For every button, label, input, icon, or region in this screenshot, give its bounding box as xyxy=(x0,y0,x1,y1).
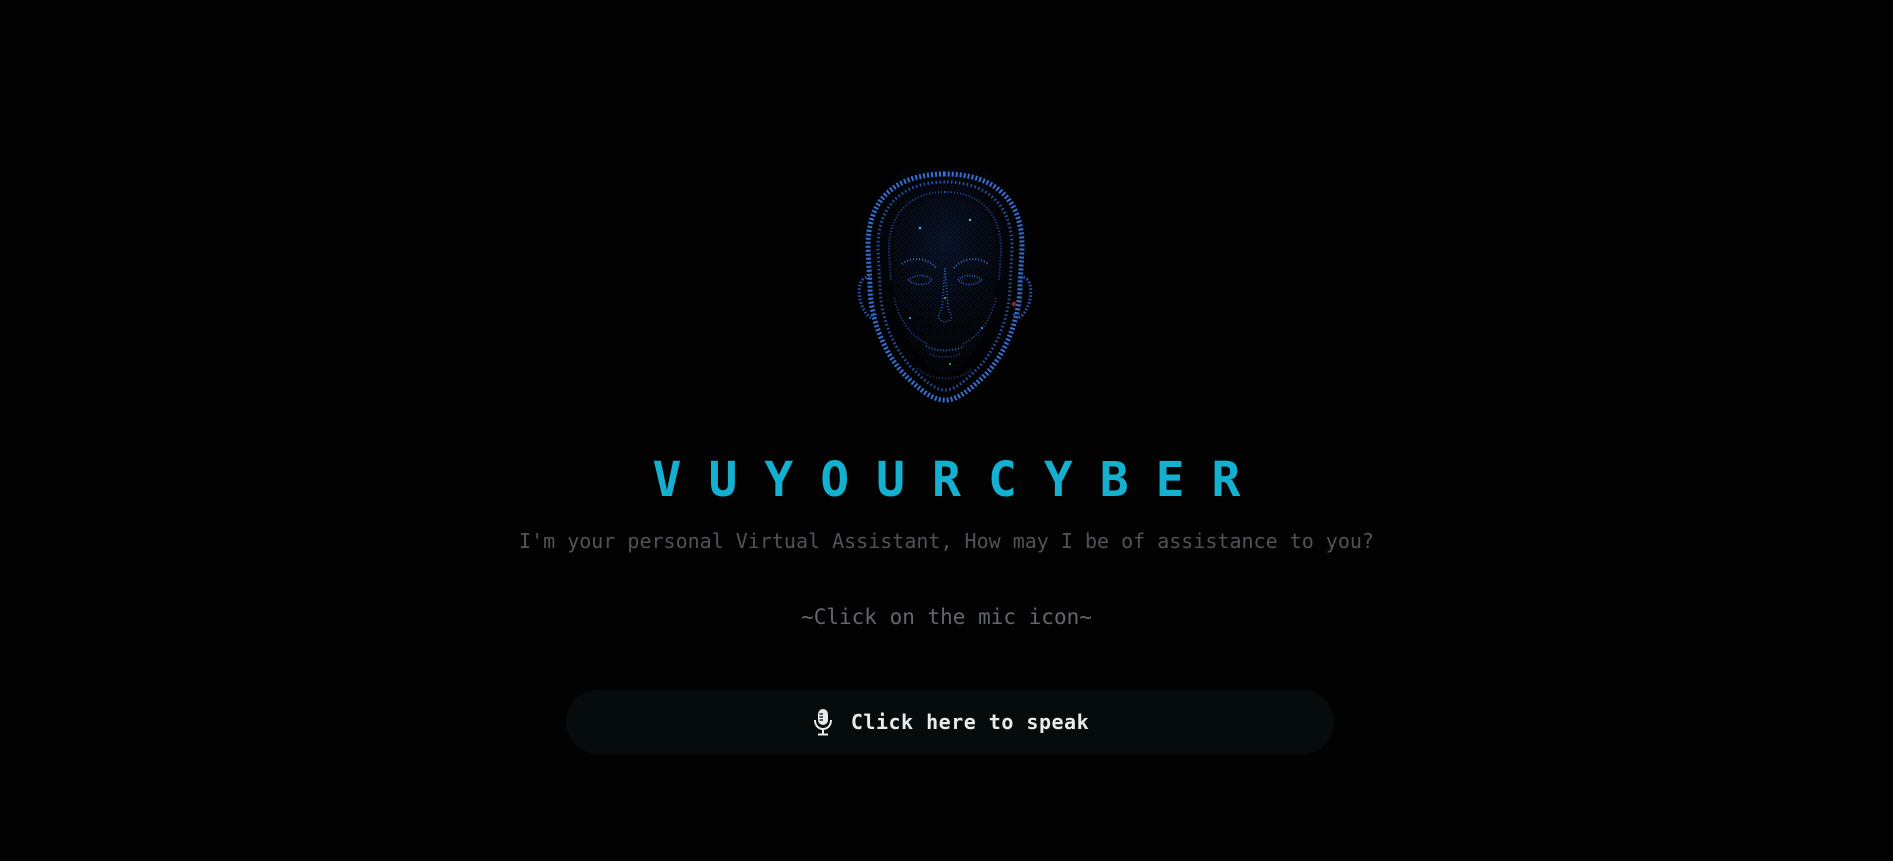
mic-hint: ~Click on the mic icon~ xyxy=(801,605,1092,629)
speak-button[interactable]: Click here to speak xyxy=(566,690,1334,754)
microphone-icon xyxy=(811,707,835,737)
brand-title: VUYOURCYBER xyxy=(652,452,1268,508)
assistant-head-avatar xyxy=(850,158,1040,413)
page: VUYOURCYBER I'm your personal Virtual As… xyxy=(0,0,1893,861)
speak-button-label: Click here to speak xyxy=(850,710,1090,734)
assistant-tagline: I'm your personal Virtual Assistant, How… xyxy=(519,529,1374,553)
